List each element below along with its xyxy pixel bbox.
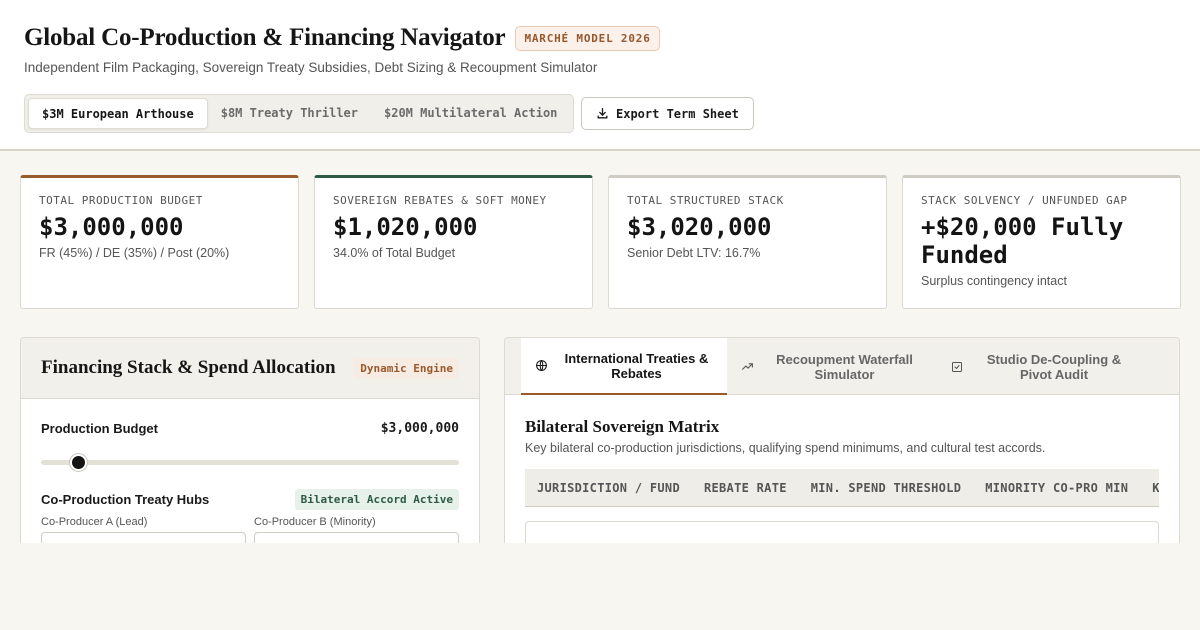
slider-thumb[interactable] bbox=[70, 454, 88, 471]
kpi-card-budget: TOTAL PRODUCTION BUDGET $3,000,000 FR (4… bbox=[20, 175, 299, 309]
tab-treaties-rebates[interactable]: International Treaties & Rebates bbox=[521, 338, 727, 395]
column-header[interactable]: KE bbox=[1152, 481, 1159, 495]
budget-label: Production Budget bbox=[41, 421, 158, 436]
export-term-sheet-button[interactable]: Export Term Sheet bbox=[581, 97, 754, 130]
dynamic-engine-badge: Dynamic Engine bbox=[354, 357, 459, 379]
kpi-label: STACK SOLVENCY / UNFUNDED GAP bbox=[921, 194, 1128, 207]
kpi-subtext: Senior Debt LTV: 16.7% bbox=[627, 246, 761, 260]
co-producer-b-label: Co-Producer B (Minority) bbox=[254, 516, 376, 528]
treaty-row: Co-Production Treaty Hubs Bilateral Acco… bbox=[41, 489, 459, 510]
kpi-subtext: 34.0% of Total Budget bbox=[333, 246, 456, 260]
page-title: Global Co-Production & Financing Navigat… bbox=[24, 24, 506, 51]
kpi-card-solvency: STACK SOLVENCY / UNFUNDED GAP +$20,000 F… bbox=[902, 175, 1181, 309]
kpi-card-stack: TOTAL STRUCTURED STACK $3,020,000 Senior… bbox=[608, 175, 887, 309]
export-label: Export Term Sheet bbox=[616, 106, 739, 121]
scenario-tab-arthouse[interactable]: $3M European Arthouse bbox=[28, 98, 208, 129]
kpi-cards: TOTAL PRODUCTION BUDGET $3,000,000 FR (4… bbox=[20, 175, 1181, 309]
panel-header: Financing Stack & Spend Allocation Dynam… bbox=[21, 338, 479, 399]
analysis-tabs: International Treaties & Rebates Recoupm… bbox=[505, 338, 1179, 395]
analysis-panel: International Treaties & Rebates Recoupm… bbox=[504, 337, 1180, 543]
budget-slider[interactable] bbox=[41, 454, 459, 471]
kpi-subtext: Surplus contingency intact bbox=[921, 274, 1067, 288]
column-header[interactable]: MIN. SPEND THRESHOLD bbox=[811, 481, 962, 495]
tab-label: Studio De-Coupling & Pivot Audit bbox=[986, 351, 1122, 382]
title-row: Global Co-Production & Financing Navigat… bbox=[24, 24, 660, 52]
table-body bbox=[525, 521, 1159, 543]
financing-stack-panel: Financing Stack & Spend Allocation Dynam… bbox=[20, 337, 480, 543]
budget-row: Production Budget $3,000,000 bbox=[41, 421, 459, 436]
download-icon bbox=[596, 107, 609, 120]
tab-label: Recoupment Waterfall Simulator bbox=[776, 351, 913, 382]
treaty-hubs-label: Co-Production Treaty Hubs bbox=[41, 492, 210, 507]
co-producer-a-field: Co-Producer A (Lead) bbox=[41, 516, 246, 543]
panel-body: Production Budget $3,000,000 Co-Producti… bbox=[21, 421, 479, 543]
model-badge: MARCHÉ MODEL 2026 bbox=[515, 25, 660, 51]
kpi-label: TOTAL PRODUCTION BUDGET bbox=[39, 194, 203, 207]
tab-label: International Treaties & Rebates bbox=[564, 350, 709, 381]
kpi-subtext: FR (45%) / DE (35%) / Post (20%) bbox=[39, 246, 230, 260]
kpi-value: $1,020,000 bbox=[333, 213, 478, 241]
section-title: Bilateral Sovereign Matrix bbox=[525, 417, 720, 436]
tab-studio-decoupling[interactable]: Studio De-Coupling & Pivot Audit bbox=[937, 338, 1147, 395]
co-producer-selects: Co-Producer A (Lead) Co-Producer B (Mino… bbox=[41, 516, 459, 543]
scenario-selector: $3M European Arthouse $8M Treaty Thrille… bbox=[24, 94, 575, 133]
kpi-label: TOTAL STRUCTURED STACK bbox=[627, 194, 784, 207]
budget-value: $3,000,000 bbox=[380, 421, 459, 436]
globe-icon bbox=[535, 359, 548, 372]
kpi-value: $3,020,000 bbox=[627, 213, 772, 241]
co-producer-b-field: Co-Producer B (Minority) bbox=[254, 516, 459, 543]
table-header: JURISDICTION / FUND REBATE RATE MIN. SPE… bbox=[525, 469, 1159, 507]
page-subtitle: Independent Film Packaging, Sovereign Tr… bbox=[24, 60, 598, 75]
co-producer-a-label: Co-Producer A (Lead) bbox=[41, 516, 148, 528]
panel-title: Financing Stack & Spend Allocation bbox=[41, 357, 336, 378]
check-square-icon bbox=[951, 361, 963, 373]
app-header: Global Co-Production & Financing Navigat… bbox=[0, 0, 1200, 151]
co-producer-a-select[interactable] bbox=[41, 532, 246, 543]
kpi-label: SOVEREIGN REBATES & SOFT MONEY bbox=[333, 194, 547, 207]
kpi-card-rebates: SOVEREIGN REBATES & SOFT MONEY $1,020,00… bbox=[314, 175, 593, 309]
column-header[interactable]: JURISDICTION / FUND bbox=[537, 481, 680, 495]
section-description: Key bilateral co-production jurisdiction… bbox=[525, 441, 1046, 455]
tab-recoupment-waterfall[interactable]: Recoupment Waterfall Simulator bbox=[727, 338, 937, 395]
co-producer-b-select[interactable] bbox=[254, 532, 459, 543]
column-header[interactable]: MINORITY CO-PRO MIN bbox=[985, 481, 1128, 495]
scenario-tab-action[interactable]: $20M Multilateral Action bbox=[371, 98, 570, 129]
kpi-value: $3,000,000 bbox=[39, 213, 184, 241]
scenario-tab-thriller[interactable]: $8M Treaty Thriller bbox=[208, 98, 371, 129]
accord-status-badge: Bilateral Accord Active bbox=[294, 489, 459, 510]
tab-content: Bilateral Sovereign Matrix Key bilateral… bbox=[505, 395, 1179, 543]
column-header[interactable]: REBATE RATE bbox=[704, 481, 787, 495]
kpi-value: +$20,000 Fully Funded bbox=[921, 213, 1124, 269]
trending-up-icon bbox=[741, 360, 754, 373]
